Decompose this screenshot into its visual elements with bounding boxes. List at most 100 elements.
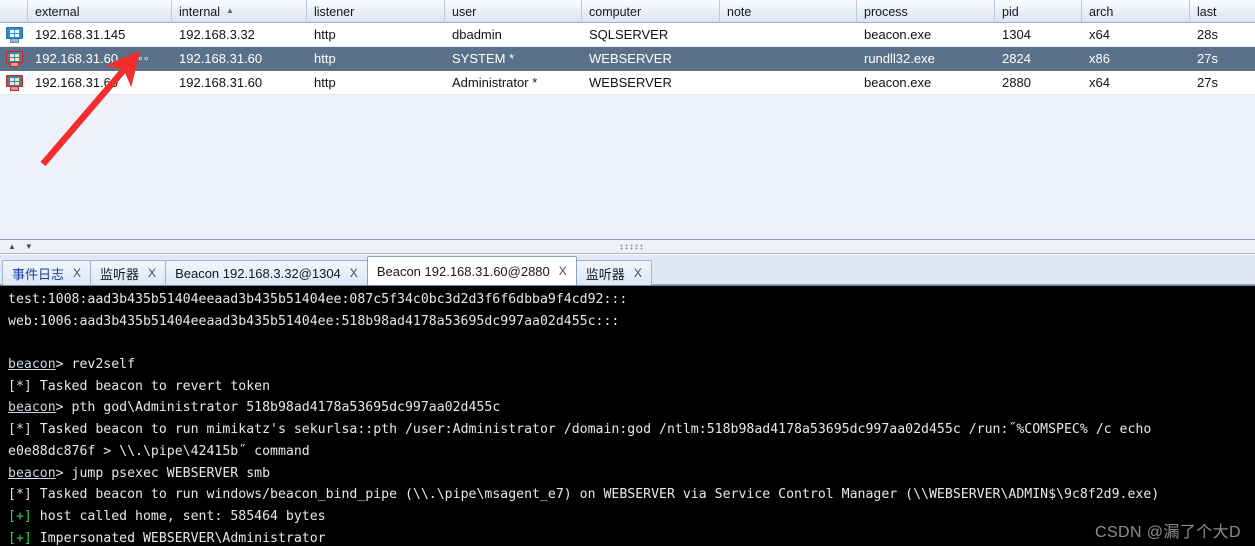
column-header-label: user (452, 4, 477, 19)
cell-arch: x86 (1082, 47, 1190, 70)
table-row[interactable]: 192.168.31.60 ∘∘∘∘ 192.168.31.60 http SYSTEM… (0, 47, 1255, 71)
cell-pid-text: 1304 (1002, 27, 1031, 42)
cell-process-text: rundll32.exe (864, 51, 935, 66)
cell-process: beacon.exe (857, 71, 995, 94)
console-text: test:1008:aad3b435b51404eeaad3b435b51404… (8, 292, 628, 307)
sort-ascending-icon[interactable]: ▲ (226, 6, 234, 15)
cell-user-text: dbadmin (452, 27, 502, 42)
column-header-listener[interactable]: listener (307, 0, 445, 23)
cell-note (720, 47, 857, 70)
tab-3[interactable]: Beacon 192.168.3.32@1304 X (165, 260, 368, 285)
splitter-grip-icon[interactable] (619, 244, 645, 250)
tab-close-icon[interactable]: X (148, 266, 156, 280)
cell-user: SYSTEM * (445, 47, 582, 70)
console-prompt: beacon (8, 465, 56, 481)
link-chain-icon: ∘∘∘∘ (125, 52, 150, 65)
tab-strip[interactable]: 事件日志 X 监听器 X Beacon 192.168.3.32@1304 X Beacon… (0, 255, 1255, 285)
column-header-note[interactable]: note (720, 0, 857, 23)
cell-pid: 2824 (995, 47, 1082, 70)
cell-note (720, 23, 857, 46)
cell-last-text: 27s (1197, 75, 1218, 90)
console-prompt: beacon (8, 400, 56, 416)
console-line: [*] Tasked beacon to revert token (8, 376, 1255, 398)
table-row[interactable]: 192.168.31.60 192.168.31.60 http Administra… (0, 71, 1255, 95)
cell-process: rundll32.exe (857, 47, 995, 70)
console-text: e0e88dc876f > \\.\pipe\42415b˝ command (8, 443, 310, 459)
column-header-process[interactable]: process (857, 0, 995, 23)
column-header-arch[interactable]: arch (1082, 0, 1190, 23)
column-header-user[interactable]: user (445, 0, 582, 23)
console-status-tag: [+] (8, 530, 32, 546)
column-header-label: note (727, 4, 752, 19)
cell-arch: x64 (1082, 23, 1190, 46)
console-message-text: Impersonated WEBSERVER\Administrator (31, 530, 326, 546)
console-status-tag: [*] (8, 422, 32, 438)
tab-close-icon[interactable]: X (73, 266, 81, 280)
column-header-label: last (1197, 4, 1217, 19)
beacon-console-output[interactable]: test:1008:aad3b435b51404eeaad3b435b51404… (0, 285, 1255, 546)
cell-pid: 2880 (995, 71, 1082, 94)
cell-arch-text: x86 (1089, 51, 1110, 66)
tab-1[interactable]: 事件日志 X (2, 260, 92, 285)
table-row[interactable]: 192.168.31.145 192.168.3.32 http dbadmin SQL… (0, 23, 1255, 47)
tab-5[interactable]: 监听器 X (575, 260, 652, 285)
column-header-label: listener (314, 4, 355, 19)
console-line: e0e88dc876f > \\.\pipe\42415b˝ command (8, 441, 1255, 463)
cell-arch-text: x64 (1089, 75, 1110, 90)
cell-internal: 192.168.31.60 (172, 47, 307, 70)
tab-bar[interactable]: 事件日志 X 监听器 X Beacon 192.168.3.32@1304 X Beacon… (0, 255, 1255, 285)
column-header-internal[interactable]: internal ▲ (172, 0, 307, 23)
tab-label: 监听器 (585, 266, 625, 282)
column-header-label: external (35, 4, 80, 19)
console-message-text: Tasked beacon to run mimikatz's sekurlsa… (31, 422, 1152, 438)
cell-computer-text: SQLSERVER (589, 27, 669, 42)
cell-external: 192.168.31.145 (28, 23, 172, 46)
column-header-external[interactable]: external (28, 0, 172, 23)
tab-close-icon[interactable]: X (559, 264, 567, 278)
tab-2[interactable]: 监听器 X (90, 260, 167, 285)
cell-user: Administrator * (445, 71, 582, 94)
cell-user-text: SYSTEM * (452, 51, 515, 66)
console-message-text: Tasked beacon to run windows/beacon_bind… (31, 487, 1160, 503)
column-header-label: process (864, 4, 908, 19)
cell-listener: http (307, 71, 445, 94)
column-header-computer[interactable]: computer (582, 0, 720, 23)
cell-process: beacon.exe (857, 23, 995, 46)
windows-monitor-elevated-icon (5, 50, 24, 67)
cell-last: 27s (1190, 47, 1255, 70)
tab-close-icon[interactable]: X (634, 266, 642, 280)
sessions-table-body[interactable]: 192.168.31.145 192.168.3.32 http dbadmin SQL… (0, 23, 1255, 95)
column-header-pid[interactable]: pid (995, 0, 1082, 23)
column-header-corner[interactable] (0, 0, 28, 23)
cell-process-text: beacon.exe (864, 75, 932, 90)
session-icon-cell (0, 71, 28, 94)
panel-splitter[interactable]: ▲ ▼ (0, 240, 1255, 254)
tab-label: 事件日志 (12, 266, 65, 282)
cell-listener-text: http (314, 75, 336, 90)
cell-listener: http (307, 23, 445, 46)
cell-internal: 192.168.3.32 (172, 23, 307, 46)
tab-close-icon[interactable]: X (350, 266, 358, 280)
console-line: [*] Tasked beacon to run windows/beacon_… (8, 484, 1255, 506)
collapse-up-icon[interactable]: ▲ (8, 243, 16, 251)
collapse-down-icon[interactable]: ▼ (25, 243, 33, 251)
column-header-label: pid (1002, 4, 1019, 19)
tab-4[interactable]: Beacon 192.168.31.60@2880 X (366, 256, 577, 285)
console-command-text: > jump psexec WEBSERVER smb (55, 465, 271, 481)
cell-external: 192.168.31.60 (28, 71, 172, 94)
windows-monitor-icon (5, 26, 24, 43)
console-command-text: > rev2self (55, 357, 136, 373)
sessions-table-panel[interactable]: external internal ▲ listener user computer not… (0, 0, 1255, 240)
tab-label: 监听器 (100, 266, 140, 282)
cell-last-text: 28s (1197, 27, 1218, 42)
cell-computer: WEBSERVER (582, 71, 720, 94)
cell-computer-text: WEBSERVER (589, 75, 672, 90)
column-header-last[interactable]: last (1190, 0, 1255, 23)
console-message-text: Tasked beacon to revert token (31, 378, 271, 394)
cell-pid: 1304 (995, 23, 1082, 46)
console-line: test:1008:aad3b435b51404eeaad3b435b51404… (8, 289, 1255, 311)
splitter-collapse-controls[interactable]: ▲ ▼ (8, 243, 33, 251)
session-icon-cell (0, 23, 28, 46)
cell-pid-text: 2824 (1002, 51, 1031, 66)
